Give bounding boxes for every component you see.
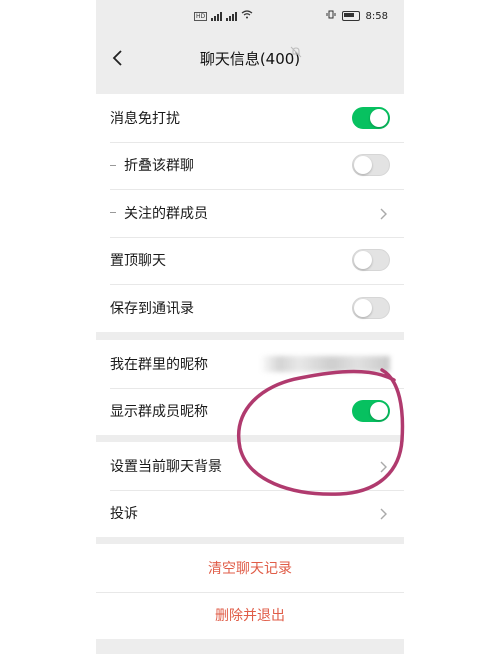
mute-bell-icon (290, 43, 302, 62)
chevron-right-icon (376, 506, 390, 520)
row-fold-group[interactable]: 折叠该群聊 (96, 141, 404, 190)
settings-group-3: 设置当前聊天背景 投诉 (96, 442, 404, 537)
row-label: 显示群成员昵称 (110, 404, 208, 421)
switch-knob (354, 298, 372, 317)
switch-knob (370, 108, 388, 127)
row-mute-notifications[interactable]: 消息免打扰 (96, 94, 404, 142)
signal-strength-icon (211, 11, 223, 21)
signal-strength-icon-2 (226, 11, 238, 21)
status-time: 8:58 (365, 10, 388, 22)
clear-history-label: 清空聊天记录 (208, 560, 292, 577)
hd-icon: HD (194, 11, 208, 21)
actions-group: 清空聊天记录 删除并退出 (96, 544, 404, 639)
signal-icons: HD (194, 10, 253, 22)
row-followed-members[interactable]: 关注的群成员 (96, 189, 404, 237)
status-right: 8:58 (326, 10, 388, 22)
row-label: 折叠该群聊 (124, 158, 194, 175)
settings-group-2: 我在群里的昵称 显示群成员昵称 (96, 340, 404, 435)
row-label: 置顶聊天 (110, 253, 166, 270)
delete-exit-label: 删除并退出 (215, 608, 285, 625)
battery-icon (341, 11, 360, 21)
switch-knob (370, 402, 388, 421)
nav-bar: 聊天信息(400) (96, 34, 404, 84)
chevron-right-icon (376, 459, 390, 473)
switch-knob (354, 251, 372, 270)
row-label: 设置当前聊天背景 (110, 458, 222, 475)
row-label: 投诉 (110, 506, 138, 523)
row-label: 关注的群成员 (124, 205, 208, 222)
switch-knob (354, 156, 372, 175)
row-label: 保存到通讯录 (110, 300, 194, 317)
row-label: 消息免打扰 (110, 110, 180, 127)
row-my-nickname[interactable]: 我在群里的昵称 (96, 340, 404, 388)
fold-group-switch[interactable] (352, 154, 390, 177)
sub-item-dash (110, 212, 116, 214)
row-show-member-nicknames[interactable]: 显示群成员昵称 (96, 387, 404, 436)
row-save-contacts[interactable]: 保存到通讯录 (96, 284, 404, 332)
mute-notifications-switch[interactable] (352, 106, 390, 129)
pin-chat-switch[interactable] (352, 249, 390, 272)
vibrate-icon (326, 10, 336, 22)
row-pin-chat[interactable]: 置顶聊天 (96, 236, 404, 285)
sub-item-dash (110, 164, 116, 166)
clear-history-button[interactable]: 清空聊天记录 (96, 544, 404, 592)
show-member-nicknames-switch[interactable] (352, 400, 390, 423)
wifi-icon (241, 10, 253, 22)
page-title: 聊天信息(400) (199, 50, 301, 68)
row-label: 我在群里的昵称 (110, 356, 208, 373)
settings-group-1: 消息免打扰 折叠该群聊 关注的群成员 置顶聊天 保存到通讯录 (96, 94, 404, 332)
delete-exit-button[interactable]: 删除并退出 (96, 591, 404, 640)
row-report[interactable]: 投诉 (96, 489, 404, 538)
save-contacts-switch[interactable] (352, 296, 390, 319)
screenshot-page: HD 8:58 聊天信息(400) 消息免打扰 折叠该群聊 关注的群成员 置顶聊… (0, 0, 500, 654)
status-bar: HD 8:58 (96, 0, 404, 34)
blurred-nickname-value (260, 355, 390, 372)
phone-screen: HD 8:58 聊天信息(400) 消息免打扰 折叠该群聊 关注的群成员 置顶聊… (96, 0, 404, 654)
row-chat-background[interactable]: 设置当前聊天背景 (96, 442, 404, 490)
chevron-right-icon (376, 206, 390, 220)
